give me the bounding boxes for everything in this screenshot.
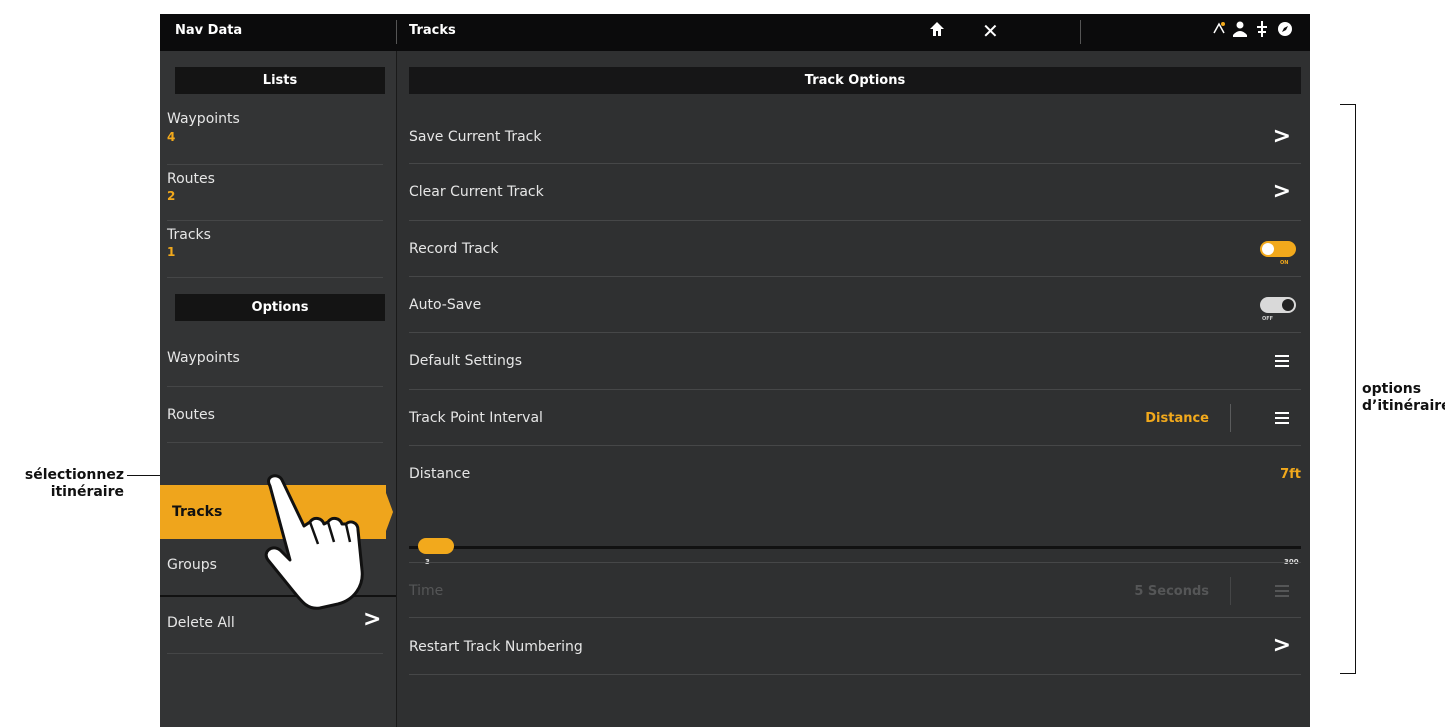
- restart-track-numbering-row[interactable]: Restart Track Numbering >: [409, 618, 1301, 675]
- close-icon[interactable]: ✕: [982, 20, 999, 42]
- list-item-routes[interactable]: Routes 2: [167, 165, 383, 221]
- list-item-label: Routes: [167, 171, 215, 187]
- select-annotation: sélectionnez itinéraire: [9, 467, 124, 501]
- panel-divider: [396, 51, 397, 727]
- lists-header: Lists: [175, 67, 385, 94]
- options-annotation-line1: options: [1362, 381, 1422, 397]
- default-settings-row[interactable]: Default Settings: [409, 333, 1301, 390]
- options-annotation-line2: d’itinéraire: [1362, 398, 1445, 414]
- home-icon[interactable]: [928, 20, 946, 44]
- auto-save-label: Auto-Save: [409, 297, 482, 313]
- list-item-count: 2: [167, 189, 176, 203]
- distance-slider-track[interactable]: [409, 546, 1301, 549]
- list-item-label: Waypoints: [167, 111, 240, 127]
- menu-icon: [1275, 355, 1289, 367]
- time-label: Time: [409, 583, 444, 599]
- select-annotation-line1: sélectionnez: [24, 467, 124, 483]
- toggle-knob: [1282, 299, 1294, 311]
- select-annotation-line2: itinéraire: [50, 484, 124, 500]
- option-waypoints[interactable]: Waypoints: [167, 333, 383, 387]
- list-item-label: Tracks: [167, 227, 211, 243]
- chevron-right-icon: >: [1272, 179, 1291, 204]
- value-divider: [1230, 404, 1231, 432]
- list-item-tracks[interactable]: Tracks 1: [167, 221, 383, 278]
- time-row: Time 5 Seconds: [409, 562, 1301, 618]
- top-bar: Nav Data Tracks ✕: [160, 14, 1310, 51]
- chevron-right-icon: >: [1272, 124, 1291, 149]
- save-current-track-row[interactable]: Save Current Track >: [409, 110, 1301, 164]
- distance-label: Distance: [409, 466, 471, 482]
- topbar-divider-2: [1080, 20, 1081, 44]
- chevron-right-icon: >: [363, 607, 382, 632]
- clear-current-track-label: Clear Current Track: [409, 184, 544, 200]
- clear-current-track-row[interactable]: Clear Current Track >: [409, 164, 1301, 221]
- distance-slider-handle[interactable]: [418, 538, 454, 554]
- record-track-toggle[interactable]: ON: [1260, 241, 1296, 266]
- restart-track-numbering-label: Restart Track Numbering: [409, 639, 583, 655]
- list-item-waypoints[interactable]: Waypoints 4: [167, 103, 383, 165]
- select-leader-line: [127, 475, 160, 476]
- compass-icon: [1276, 20, 1294, 44]
- default-settings-label: Default Settings: [409, 353, 523, 369]
- person-icon: [1232, 20, 1248, 44]
- list-item-count: 4: [167, 130, 176, 144]
- toggle-state: ON: [1280, 260, 1289, 266]
- nav-data-title: Nav Data: [175, 23, 243, 38]
- toggle-knob: [1262, 243, 1274, 255]
- menu-icon: [1275, 585, 1289, 597]
- pointing-hand-icon: [250, 470, 390, 610]
- value-divider: [1230, 577, 1231, 605]
- distance-value: 7ft: [1280, 467, 1301, 482]
- record-track-label: Record Track: [409, 241, 499, 257]
- delete-all-label: Delete All: [167, 615, 235, 631]
- chevron-right-icon: >: [1272, 633, 1291, 658]
- option-label: Groups: [167, 557, 217, 573]
- time-value: 5 Seconds: [1134, 584, 1209, 599]
- gps-icon: [1211, 20, 1227, 44]
- option-label: Waypoints: [167, 350, 240, 366]
- options-annotation: options d’itinéraire: [1362, 381, 1445, 415]
- option-label: Routes: [167, 407, 215, 423]
- list-item-count: 1: [167, 245, 176, 259]
- options-header: Options: [175, 294, 385, 321]
- options-bracket: [1340, 104, 1356, 674]
- menu-icon[interactable]: [1275, 412, 1289, 424]
- topbar-divider: [396, 20, 397, 44]
- track-point-interval-row[interactable]: Track Point Interval Distance: [409, 390, 1301, 446]
- record-track-row[interactable]: Record Track ON: [409, 221, 1301, 277]
- option-routes[interactable]: Routes: [167, 387, 383, 443]
- device-screen: Nav Data Tracks ✕ Lists Waypoints 4 Rout…: [160, 14, 1310, 727]
- distance-row: Distance 7ft: [409, 446, 1301, 560]
- sonar-icon: [1255, 20, 1269, 44]
- tracks-title: Tracks: [409, 23, 456, 38]
- track-point-interval-value: Distance: [1145, 411, 1209, 426]
- auto-save-row[interactable]: Auto-Save OFF: [409, 277, 1301, 333]
- track-point-interval-label: Track Point Interval: [409, 410, 543, 426]
- left-panel: Lists Waypoints 4 Routes 2 Tracks 1 Opti…: [160, 51, 396, 727]
- auto-save-toggle[interactable]: OFF: [1260, 297, 1296, 322]
- track-options-header: Track Options: [409, 67, 1301, 94]
- save-current-track-label: Save Current Track: [409, 129, 542, 145]
- toggle-state: OFF: [1262, 316, 1274, 322]
